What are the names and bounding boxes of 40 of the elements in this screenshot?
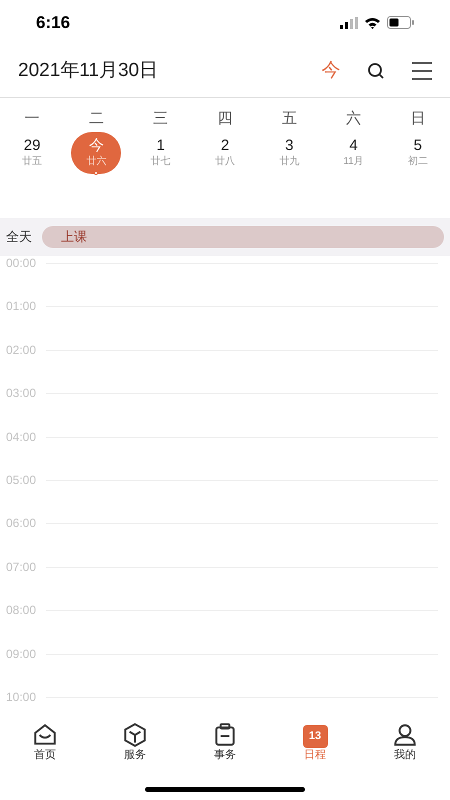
person-icon (392, 722, 418, 748)
day-cell[interactable]: 4 11月 (328, 132, 379, 174)
day-cell[interactable]: 5 初二 (392, 132, 443, 174)
tab-item[interactable]: 我的 (360, 720, 450, 762)
weekday-label: 五 (282, 108, 297, 129)
tab-item[interactable]: 事务 (180, 720, 270, 762)
weekday-label: 六 (346, 108, 362, 129)
calendar-icon: 13 (302, 725, 328, 748)
hour-label: 07:00 (6, 560, 38, 574)
weekday-label: 三 (153, 108, 168, 129)
hour-label: 05:00 (6, 472, 38, 487)
hour-label: 04:00 (6, 430, 38, 444)
all-day-label: 全天 (6, 228, 32, 246)
tab-item[interactable]: 服务 (90, 720, 180, 762)
hour-label: 08:00 (6, 603, 38, 618)
hour-label: 09:00 (6, 646, 38, 661)
day-cell[interactable]: 29 廿五 (7, 132, 58, 174)
day-cell[interactable]: 3 廿九 (264, 132, 314, 174)
signal-icon (340, 16, 358, 28)
hour-label: 02:00 (6, 342, 38, 357)
day-cell[interactable]: 1 廿七 (136, 132, 186, 174)
weekday-label: 日 (410, 108, 426, 129)
hour-label: 03:00 (6, 386, 38, 400)
wifi-icon (364, 16, 381, 28)
battery-icon (387, 16, 414, 29)
event-pill[interactable]: 上课 (42, 226, 444, 248)
weekday-label: 四 (217, 108, 232, 129)
date-title: 2021年11月30日 (18, 58, 160, 83)
tab-item[interactable]: 首页 (0, 720, 90, 762)
hour-label: 10:00 (6, 690, 38, 704)
weekday-label: 二 (88, 108, 104, 129)
hour-label: 01:00 (6, 299, 38, 314)
menu-icon[interactable] (412, 62, 432, 80)
day-cell[interactable]: 2 廿八 (200, 132, 250, 174)
search-icon[interactable] (366, 61, 386, 81)
hour-label: 00:00 (6, 256, 38, 270)
status-time: 6:16 (36, 12, 70, 34)
weekday-label: 一 (24, 108, 40, 129)
hour-label: 06:00 (6, 516, 38, 530)
cube-icon (122, 722, 148, 748)
